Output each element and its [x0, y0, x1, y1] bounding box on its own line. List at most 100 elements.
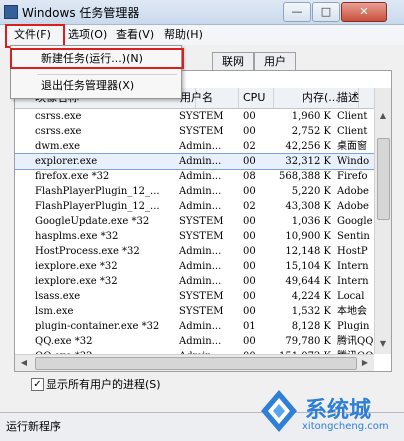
cell-desc: Intern	[337, 276, 369, 287]
cell-cpu: 00	[243, 111, 256, 122]
cell-image: firefox.exe *32	[35, 171, 110, 182]
table-row[interactable]: HostProcess.exe *32 Admin... 00 12,148 K Hos…	[15, 244, 374, 259]
cell-cpu: 02	[243, 141, 256, 152]
table-row[interactable]: firefox.exe *32 Admin... 08 568,388 K Firefo	[15, 169, 374, 184]
cell-desc: Client	[337, 111, 368, 122]
file-dropdown-menu: 新建任务(运行...)(N) 退出任务管理器(X)	[10, 45, 182, 99]
cell-cpu: 00	[243, 291, 256, 302]
cell-desc: Local	[337, 291, 365, 302]
menu-options[interactable]: 选项(O)	[66, 27, 109, 43]
cell-image: HostProcess.exe *32	[35, 246, 140, 257]
cell-image: iexplore.exe *32	[35, 276, 118, 287]
cell-image: lsm.exe	[35, 306, 74, 317]
cell-mem: 568,388 K	[278, 171, 331, 182]
cell-image: dwm.exe	[35, 141, 81, 152]
cell-image: GoogleUpdate.exe *32	[35, 216, 150, 227]
column-cpu[interactable]: CPU	[239, 88, 274, 108]
scroll-left-icon[interactable]: ◀	[18, 357, 30, 369]
menu-view[interactable]: 查看(V)	[114, 27, 156, 43]
new-task-menu-item[interactable]: 新建任务(运行...)(N)	[41, 50, 143, 68]
table-row[interactable]: dwm.exe Admin... 02 42,256 K 桌面窗	[15, 139, 374, 154]
table-row[interactable]: explorer.exe Admin... 00 32,312 K Windo	[15, 153, 374, 170]
table-row[interactable]: lsass.exe SYSTEM 00 4,224 K Local	[15, 289, 374, 304]
cell-user: Admin...	[179, 141, 222, 152]
cell-user: Admin...	[179, 201, 222, 212]
table-row[interactable]: csrss.exe SYSTEM 00 1,960 K Client	[15, 109, 374, 124]
cell-image: csrss.exe	[35, 126, 82, 137]
cell-user: SYSTEM	[179, 306, 224, 317]
exit-menu-item[interactable]: 退出任务管理器(X)	[41, 77, 134, 95]
window-title: Windows 任务管理器	[22, 6, 140, 20]
cell-user: SYSTEM	[179, 216, 224, 227]
cell-desc: HostP	[337, 246, 368, 257]
cell-desc: Google	[337, 216, 373, 227]
cell-desc: Adobe	[337, 201, 369, 212]
horizontal-scrollbar[interactable]: ◀ ▶	[15, 354, 374, 371]
cell-user: SYSTEM	[179, 126, 224, 137]
cell-user: Admin...	[179, 171, 222, 182]
cell-cpu: 00	[243, 336, 256, 347]
watermark-url: xitongcheng.com	[302, 421, 389, 432]
menu-help[interactable]: 帮助(H)	[162, 27, 205, 43]
cell-user: Admin...	[179, 186, 222, 197]
cell-mem: 1,960 K	[291, 111, 331, 122]
cell-image: FlashPlayerPlugin_12_...	[35, 201, 160, 212]
cell-image: iexplore.exe *32	[35, 261, 118, 272]
cell-image: explorer.exe	[35, 156, 98, 167]
cell-user: Admin...	[179, 246, 222, 257]
vertical-scroll-thumb[interactable]	[377, 138, 390, 220]
scroll-right-icon[interactable]: ▶	[359, 357, 371, 369]
cell-mem: 42,256 K	[285, 141, 331, 152]
scroll-down-icon[interactable]: ▼	[377, 338, 389, 350]
table-row[interactable]: plugin-container.exe *32 Admin... 01 8,128 …	[15, 319, 374, 334]
table-row[interactable]: GoogleUpdate.exe *32 SYSTEM 00 1,036 K Googl…	[15, 214, 374, 229]
vertical-scrollbar[interactable]: ▲ ▼	[374, 88, 391, 354]
column-user-name[interactable]: 用户名	[176, 88, 239, 108]
table-row[interactable]: iexplore.exe *32 Admin... 00 15,104 K Intern	[15, 259, 374, 274]
title-bar: Windows 任务管理器 — □ ✕	[0, 0, 404, 25]
cell-user: Admin...	[179, 156, 222, 167]
table-row[interactable]: QQ.exe *32 Admin... 00 79,780 K 腾讯QQ	[15, 334, 374, 349]
scroll-up-icon[interactable]: ▲	[377, 110, 389, 122]
task-manager-icon	[4, 5, 18, 19]
watermark-text: 系统城	[305, 398, 372, 423]
cell-mem: 49,644 K	[285, 276, 331, 287]
process-list-panel: 映像名称 用户名 CPU 内存(... 描述 csrss.exeSYSTEM00…	[14, 70, 392, 372]
cell-cpu: 00	[243, 156, 256, 167]
cell-desc: Windo	[337, 156, 370, 167]
cell-image: plugin-container.exe *32	[35, 321, 160, 332]
cell-mem: 10,900 K	[285, 231, 331, 242]
maximize-button[interactable]: □	[312, 2, 340, 22]
table-row[interactable]: FlashPlayerPlugin_12_... Admin... 02 43,308…	[15, 199, 374, 214]
cell-desc: Adobe	[337, 186, 369, 197]
cell-desc: 本地会	[337, 306, 367, 317]
cell-user: SYSTEM	[179, 111, 224, 122]
cell-cpu: 01	[243, 321, 256, 332]
close-button[interactable]: ✕	[341, 2, 387, 22]
cell-mem: 32,312 K	[285, 156, 331, 167]
tab-networking[interactable]: 联网	[212, 52, 254, 70]
table-row[interactable]: lsm.exe SYSTEM 00 1,532 K 本地会	[15, 304, 374, 319]
column-description[interactable]: 描述	[335, 88, 376, 108]
table-row[interactable]: iexplore.exe *32 Admin... 00 49,644 K Intern	[15, 274, 374, 289]
cell-image: QQ.exe *32	[35, 336, 93, 347]
cell-cpu: 08	[243, 171, 256, 182]
cell-user: Admin...	[179, 336, 222, 347]
show-all-users-label: 显示所有用户的进程(S)	[46, 378, 161, 391]
cell-user: SYSTEM	[179, 291, 224, 302]
cell-mem: 1,532 K	[291, 306, 331, 317]
show-all-users-checkbox[interactable]: ✓	[31, 378, 44, 391]
table-row[interactable]: hasplms.exe *32 SYSTEM 00 10,900 K Sentin	[15, 229, 374, 244]
menu-file[interactable]: 文件(F)	[12, 27, 53, 43]
minimize-button[interactable]: —	[283, 2, 311, 22]
cell-cpu: 00	[243, 231, 256, 242]
cell-mem: 4,224 K	[291, 291, 331, 302]
cell-image: csrss.exe	[35, 111, 82, 122]
cell-mem: 2,752 K	[291, 126, 331, 137]
cell-cpu: 00	[243, 261, 256, 272]
cell-mem: 43,308 K	[285, 201, 331, 212]
horizontal-scroll-thumb[interactable]	[35, 357, 357, 370]
table-row[interactable]: csrss.exe SYSTEM 00 2,752 K Client	[15, 124, 374, 139]
table-row[interactable]: FlashPlayerPlugin_12_... Admin... 00 5,220 …	[15, 184, 374, 199]
tab-users[interactable]: 用户	[254, 52, 296, 70]
